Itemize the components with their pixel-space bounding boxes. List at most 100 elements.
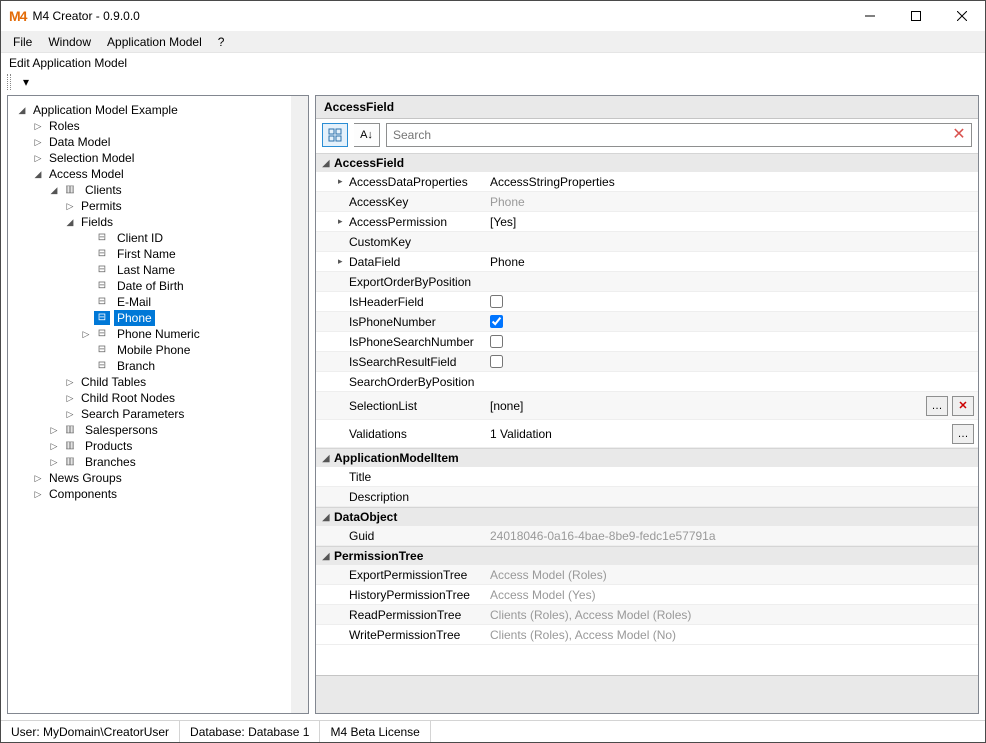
tree-field-branch[interactable]: ⊟Branch xyxy=(80,358,304,374)
property-grid[interactable]: ◢AccessField ▸AccessDataPropertiesAccess… xyxy=(316,153,978,675)
prop-value-accesskey[interactable]: Phone xyxy=(486,193,978,211)
prop-value-exportorder[interactable] xyxy=(486,280,978,284)
tree-field-email[interactable]: ⊟E-Mail xyxy=(80,294,304,310)
prop-value-datafield[interactable]: Phone xyxy=(486,253,978,271)
property-pane: AccessField A↓ ✕ ◢AccessField ▸AccessDat… xyxy=(315,95,979,714)
window-minimize-button[interactable] xyxy=(847,1,893,31)
app-logo: M4 xyxy=(9,8,26,24)
tool-caption: Edit Application Model xyxy=(1,53,985,73)
prop-value-customkey[interactable] xyxy=(486,240,978,244)
prop-value-readperm[interactable]: Clients (Roles), Access Model (Roles) xyxy=(486,606,978,624)
prop-label: AccessPermission xyxy=(349,215,447,229)
tree-data-model[interactable]: ▷Data Model xyxy=(32,134,304,150)
tree-field-clientid[interactable]: ⊟Client ID xyxy=(80,230,304,246)
prop-label: Guid xyxy=(349,529,374,543)
status-license: M4 Beta License xyxy=(320,721,430,742)
validations-browse-button[interactable]: … xyxy=(952,424,974,444)
prop-label: ExportPermissionTree xyxy=(349,568,467,582)
tree-news-groups[interactable]: ▷News Groups xyxy=(32,470,304,486)
toolbar-dropdown-button[interactable]: ▾ xyxy=(17,73,35,91)
status-user: User: MyDomain\CreatorUser xyxy=(1,721,180,742)
tree-field-firstname[interactable]: ⊟First Name xyxy=(80,246,304,262)
tree-field-lastname[interactable]: ⊟Last Name xyxy=(80,262,304,278)
field-icon: ⊟ xyxy=(94,311,110,325)
menu-application-model[interactable]: Application Model xyxy=(99,33,210,51)
prop-label: ReadPermissionTree xyxy=(349,608,461,622)
field-icon: ⊟ xyxy=(94,263,110,277)
tree-root[interactable]: ◢Application Model Example xyxy=(16,102,304,118)
prop-label: IsSearchResultField xyxy=(349,355,456,369)
prop-value-writeperm[interactable]: Clients (Roles), Access Model (No) xyxy=(486,626,978,644)
category-applicationmodelitem[interactable]: ◢ApplicationModelItem xyxy=(316,448,978,467)
property-search-input[interactable] xyxy=(386,123,972,147)
prop-check-issearchresult[interactable] xyxy=(490,355,503,368)
prop-label: IsPhoneNumber xyxy=(349,315,436,329)
entity-icon: ▥ xyxy=(62,439,78,453)
selectionlist-clear-button[interactable]: ✕ xyxy=(952,396,974,416)
categorized-view-button[interactable] xyxy=(322,123,348,147)
tree-selection-model[interactable]: ▷Selection Model xyxy=(32,150,304,166)
window-close-button[interactable] xyxy=(939,1,985,31)
tree-clients[interactable]: ◢▥Clients xyxy=(48,182,304,198)
tree-access-model[interactable]: ◢Access Model xyxy=(32,166,304,182)
prop-check-isheader[interactable] xyxy=(490,295,503,308)
tree-field-phone-numeric[interactable]: ▷⊟Phone Numeric xyxy=(80,326,304,342)
tree-permits[interactable]: ▷Permits xyxy=(64,198,304,214)
prop-label: ExportOrderByPosition xyxy=(349,275,471,289)
statusbar: User: MyDomain\CreatorUser Database: Dat… xyxy=(1,720,985,742)
tree-components[interactable]: ▷Components xyxy=(32,486,304,502)
menu-file[interactable]: File xyxy=(5,33,40,51)
alphabetical-sort-button[interactable]: A↓ xyxy=(354,123,380,147)
field-icon: ⊟ xyxy=(94,231,110,245)
model-tree[interactable]: ◢Application Model Example ▷Roles ▷Data … xyxy=(8,96,308,713)
menubar: File Window Application Model ? xyxy=(1,31,985,53)
prop-check-isphone[interactable] xyxy=(490,315,503,328)
prop-label: Description xyxy=(349,490,409,504)
prop-value-historyperm[interactable]: Access Model (Yes) xyxy=(486,586,978,604)
menu-help[interactable]: ? xyxy=(210,33,233,51)
tree-field-phone[interactable]: ⊟Phone xyxy=(80,310,304,326)
tree-field-mobile[interactable]: ⊟Mobile Phone xyxy=(80,342,304,358)
tree-roles[interactable]: ▷Roles xyxy=(32,118,304,134)
prop-check-isphonesearch[interactable] xyxy=(490,335,503,348)
prop-label: HistoryPermissionTree xyxy=(349,588,470,602)
tree-products[interactable]: ▷▥Products xyxy=(48,438,304,454)
entity-icon: ▥ xyxy=(62,183,78,197)
field-icon: ⊟ xyxy=(94,359,110,373)
tree-search-params[interactable]: ▷Search Parameters xyxy=(64,406,304,422)
menu-window[interactable]: Window xyxy=(40,33,99,51)
prop-value-title[interactable] xyxy=(486,475,978,479)
window-title: M4 Creator - 0.9.0.0 xyxy=(32,9,139,23)
prop-value-exportperm[interactable]: Access Model (Roles) xyxy=(486,566,978,584)
prop-value-selectionlist[interactable]: [none] … ✕ xyxy=(486,394,978,418)
property-description-pane xyxy=(316,675,978,713)
tree-child-tables[interactable]: ▷Child Tables xyxy=(64,374,304,390)
prop-value-guid: 24018046-0a16-4bae-8be9-fedc1e57791a xyxy=(486,527,978,545)
field-icon: ⊟ xyxy=(94,295,110,309)
tree-field-dob[interactable]: ⊟Date of Birth xyxy=(80,278,304,294)
category-accessfield[interactable]: ◢AccessField xyxy=(316,153,978,172)
window-maximize-button[interactable] xyxy=(893,1,939,31)
prop-label: IsPhoneSearchNumber xyxy=(349,335,474,349)
prop-value-accessdata[interactable]: AccessStringProperties xyxy=(486,173,978,191)
prop-label: DataField xyxy=(349,255,400,269)
category-permissiontree[interactable]: ◢PermissionTree xyxy=(316,546,978,565)
tree-fields[interactable]: ◢Fields xyxy=(64,214,304,230)
selectionlist-browse-button[interactable]: … xyxy=(926,396,948,416)
prop-label: AccessKey xyxy=(349,195,408,209)
tree-branches[interactable]: ▷▥Branches xyxy=(48,454,304,470)
field-icon: ⊟ xyxy=(94,327,110,341)
prop-value-validations[interactable]: 1 Validation … xyxy=(486,422,978,446)
prop-value-description[interactable] xyxy=(486,495,978,499)
toolbar-grip[interactable] xyxy=(7,74,11,90)
field-icon: ⊟ xyxy=(94,343,110,357)
tree-salespersons[interactable]: ▷▥Salespersons xyxy=(48,422,304,438)
prop-value-searchorder[interactable] xyxy=(486,380,978,384)
clear-search-button[interactable]: ✕ xyxy=(950,125,968,143)
category-dataobject[interactable]: ◢DataObject xyxy=(316,507,978,526)
tree-child-root[interactable]: ▷Child Root Nodes xyxy=(64,390,304,406)
prop-label: SelectionList xyxy=(349,399,417,413)
prop-label: SearchOrderByPosition xyxy=(349,375,474,389)
prop-value-accesspermission[interactable]: [Yes] xyxy=(486,213,978,231)
entity-icon: ▥ xyxy=(62,423,78,437)
